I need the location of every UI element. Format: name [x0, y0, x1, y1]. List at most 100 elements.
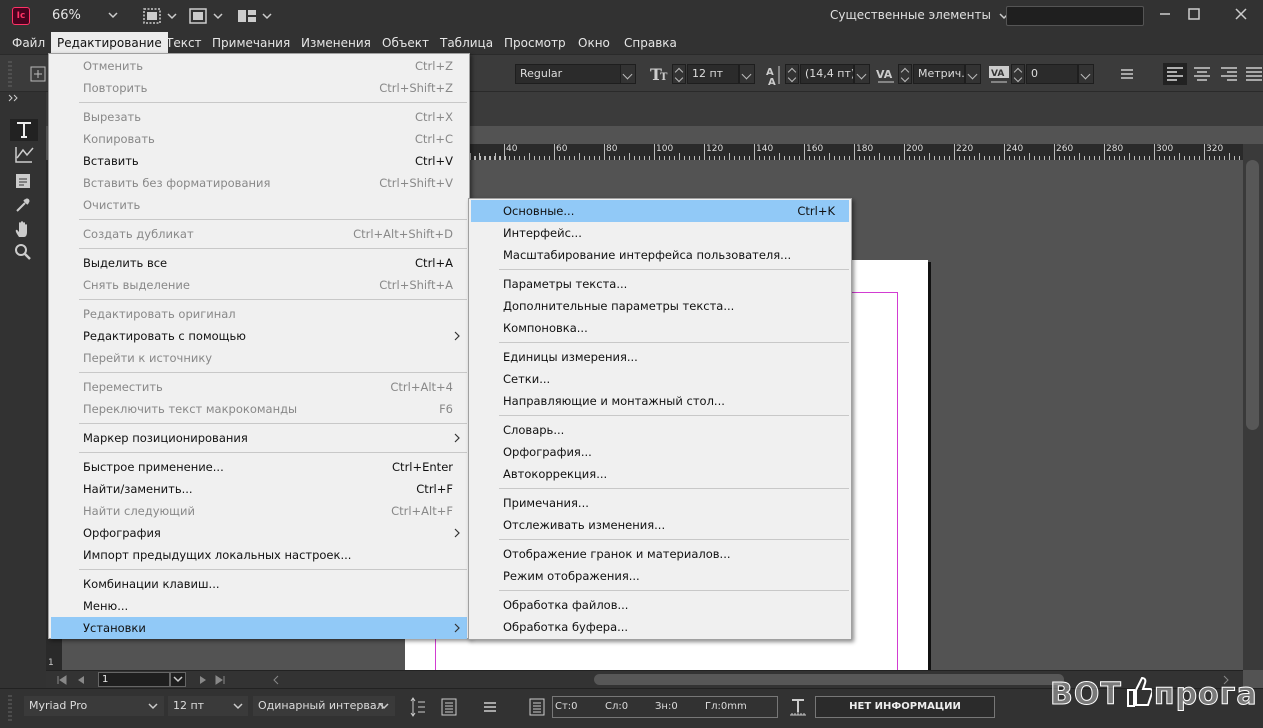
content-collector-icon[interactable] [13, 144, 35, 164]
prefs_menu-item-5[interactable]: Параметры текста... [471, 273, 849, 295]
next-page-icon[interactable] [198, 675, 208, 685]
scroll-left-icon[interactable] [272, 675, 280, 685]
menu-10[interactable]: Справка [618, 32, 683, 54]
menu-9[interactable]: Окно [572, 32, 616, 54]
prefs_menu-item-14[interactable]: Орфография... [471, 441, 849, 463]
align-center-icon[interactable] [1190, 63, 1214, 85]
page-dropdown-icon[interactable] [170, 672, 186, 687]
prefs_menu-item-17[interactable]: Примечания... [471, 492, 849, 514]
kerning-field[interactable]: Метрич. [913, 64, 965, 84]
prefs_menu-item-20[interactable]: Отображение гранок и материалов... [471, 543, 849, 565]
status-size-chevron-icon[interactable] [233, 702, 243, 710]
tracking-field[interactable]: 0 [1026, 64, 1078, 84]
edit_menu-item-30[interactable]: Комбинации клавиш... [51, 573, 467, 595]
edit_menu-item-4[interactable]: Вырезать Ctrl+X [51, 106, 467, 128]
prefs_menu-item-1[interactable]: Основные... Ctrl+K [471, 200, 849, 222]
minimize-icon[interactable] [1157, 6, 1173, 22]
font-style-dropdown[interactable] [620, 64, 636, 84]
edit_menu-item-10[interactable]: Создать дубликат Ctrl+Alt+Shift+D [51, 223, 467, 245]
align-right-icon[interactable] [1217, 63, 1241, 85]
edit_menu-item-22[interactable]: Маркер позиционирования [51, 427, 467, 449]
leading-field[interactable]: (14,4 пт) [800, 64, 854, 84]
hand-tool-icon[interactable] [13, 219, 33, 239]
menu-2[interactable]: Редактирование [51, 32, 168, 54]
edit_menu-item-19[interactable]: Переместить Ctrl+Alt+4 [51, 376, 467, 398]
edit_menu-item-15[interactable]: Редактировать оригинал [51, 303, 467, 325]
first-page-icon[interactable] [56, 675, 68, 685]
edit_menu-item-25[interactable]: Найти/заменить... Ctrl+F [51, 478, 467, 500]
edit_menu-item-5[interactable]: Копировать Ctrl+C [51, 128, 467, 150]
prefs_menu-item-18[interactable]: Отслеживать изменения... [471, 514, 849, 536]
leading-stepper[interactable] [785, 64, 799, 84]
page-number-field[interactable]: 1 [98, 672, 170, 687]
horizontal-scroll-thumb[interactable] [594, 674, 1064, 685]
note-tool-icon[interactable] [14, 172, 32, 190]
menu-8[interactable]: Просмотр [498, 32, 572, 54]
previous-page-icon[interactable] [76, 675, 86, 685]
ruler-icon[interactable] [788, 697, 808, 719]
text-info-icon[interactable] [528, 697, 546, 717]
prefs_menu-item-11[interactable]: Направляющие и монтажный стол... [471, 390, 849, 412]
arrange-documents-icon[interactable] [236, 7, 274, 25]
last-page-icon[interactable] [214, 675, 226, 685]
edit_menu-item-8[interactable]: Очистить [51, 194, 467, 216]
prefs_menu-item-3[interactable]: Масштабирование интерфейса пользователя.… [471, 244, 849, 266]
tracking-dropdown[interactable] [1078, 64, 1094, 84]
prefs_menu-item-24[interactable]: Обработка буфера... [471, 616, 849, 638]
edit_menu-item-32[interactable]: Установки [51, 617, 467, 639]
font-family-field[interactable]: Myriad Pro [24, 696, 164, 716]
edit_menu-item-13[interactable]: Снять выделение Ctrl+Shift+A [51, 274, 467, 296]
prefs_menu-item-7[interactable]: Компоновка... [471, 317, 849, 339]
edit_menu-item-26[interactable]: Найти следующий Ctrl+Alt+F [51, 500, 467, 522]
menu-icon[interactable] [482, 701, 498, 713]
prefs_menu-item-10[interactable]: Сетки... [471, 368, 849, 390]
font-family-chevron-icon[interactable] [148, 702, 158, 710]
edit_menu-item-27[interactable]: Орфография [51, 522, 467, 544]
prefs_menu-item-23[interactable]: Обработка файлов... [471, 594, 849, 616]
menu-5[interactable]: Изменения [295, 32, 377, 54]
edit_menu-item-6[interactable]: Вставить Ctrl+V [51, 150, 467, 172]
kerning-stepper[interactable] [898, 64, 912, 84]
font-size-field[interactable]: 12 пт [687, 64, 739, 84]
prefs_menu-item-6[interactable]: Дополнительные параметры текста... [471, 295, 849, 317]
menu-7[interactable]: Таблица [434, 32, 499, 54]
font-size-dropdown[interactable] [739, 64, 755, 84]
workspace-switcher[interactable]: Существенные элементы [830, 8, 1009, 22]
close-icon[interactable] [1233, 6, 1249, 22]
edit_menu-item-17[interactable]: Перейти к источнику [51, 347, 467, 369]
prefs_menu-item-13[interactable]: Словарь... [471, 419, 849, 441]
prefs_menu-item-9[interactable]: Единицы измерения... [471, 346, 849, 368]
prefs_menu-item-21[interactable]: Режим отображения... [471, 565, 849, 587]
panel-menu-icon[interactable] [1119, 68, 1135, 80]
menu-3[interactable]: Текст [160, 32, 208, 54]
menu-6[interactable]: Объект [376, 32, 435, 54]
view-options-icon[interactable] [142, 7, 178, 25]
menu-1[interactable]: Файл [6, 32, 51, 54]
edit_menu-item-1[interactable]: Отменить Ctrl+Z [51, 55, 467, 77]
zoom-dropdown-chevron-icon[interactable] [108, 11, 118, 19]
document-info-icon[interactable] [440, 697, 458, 717]
maximize-icon[interactable] [1186, 6, 1202, 22]
edit_menu-item-24[interactable]: Быстрое применение... Ctrl+Enter [51, 456, 467, 478]
search-input[interactable] [1006, 6, 1144, 26]
line-height-icon[interactable] [410, 696, 426, 718]
kerning-dropdown[interactable] [965, 64, 981, 84]
edit_menu-item-7[interactable]: Вставить без форматирования Ctrl+Shift+V [51, 172, 467, 194]
tracking-stepper[interactable] [1011, 64, 1025, 84]
align-left-icon[interactable] [1163, 63, 1187, 85]
font-style-field[interactable]: Regular [515, 64, 621, 84]
no-info-button[interactable]: НЕТ ИНФОРМАЦИИ [815, 696, 995, 718]
prefs_menu-item-2[interactable]: Интерфейс... [471, 222, 849, 244]
line-spacing-chevron-icon[interactable] [379, 702, 389, 710]
edit_menu-item-16[interactable]: Редактировать с помощью [51, 325, 467, 347]
edit_menu-item-12[interactable]: Выделить все Ctrl+A [51, 252, 467, 274]
zoom-level[interactable]: 66% [52, 8, 81, 23]
leading-dropdown[interactable] [854, 64, 870, 84]
font-size-stepper[interactable] [672, 64, 686, 84]
collapse-panel-icon[interactable] [8, 94, 20, 102]
edit_menu-item-2[interactable]: Повторить Ctrl+Shift+Z [51, 77, 467, 99]
edit_menu-item-28[interactable]: Импорт предыдущих локальных настроек... [51, 544, 467, 566]
prefs_menu-item-15[interactable]: Автокоррекция... [471, 463, 849, 485]
screen-mode-icon[interactable] [188, 7, 224, 25]
line-spacing-field[interactable]: Одинарный интервал [253, 696, 395, 716]
